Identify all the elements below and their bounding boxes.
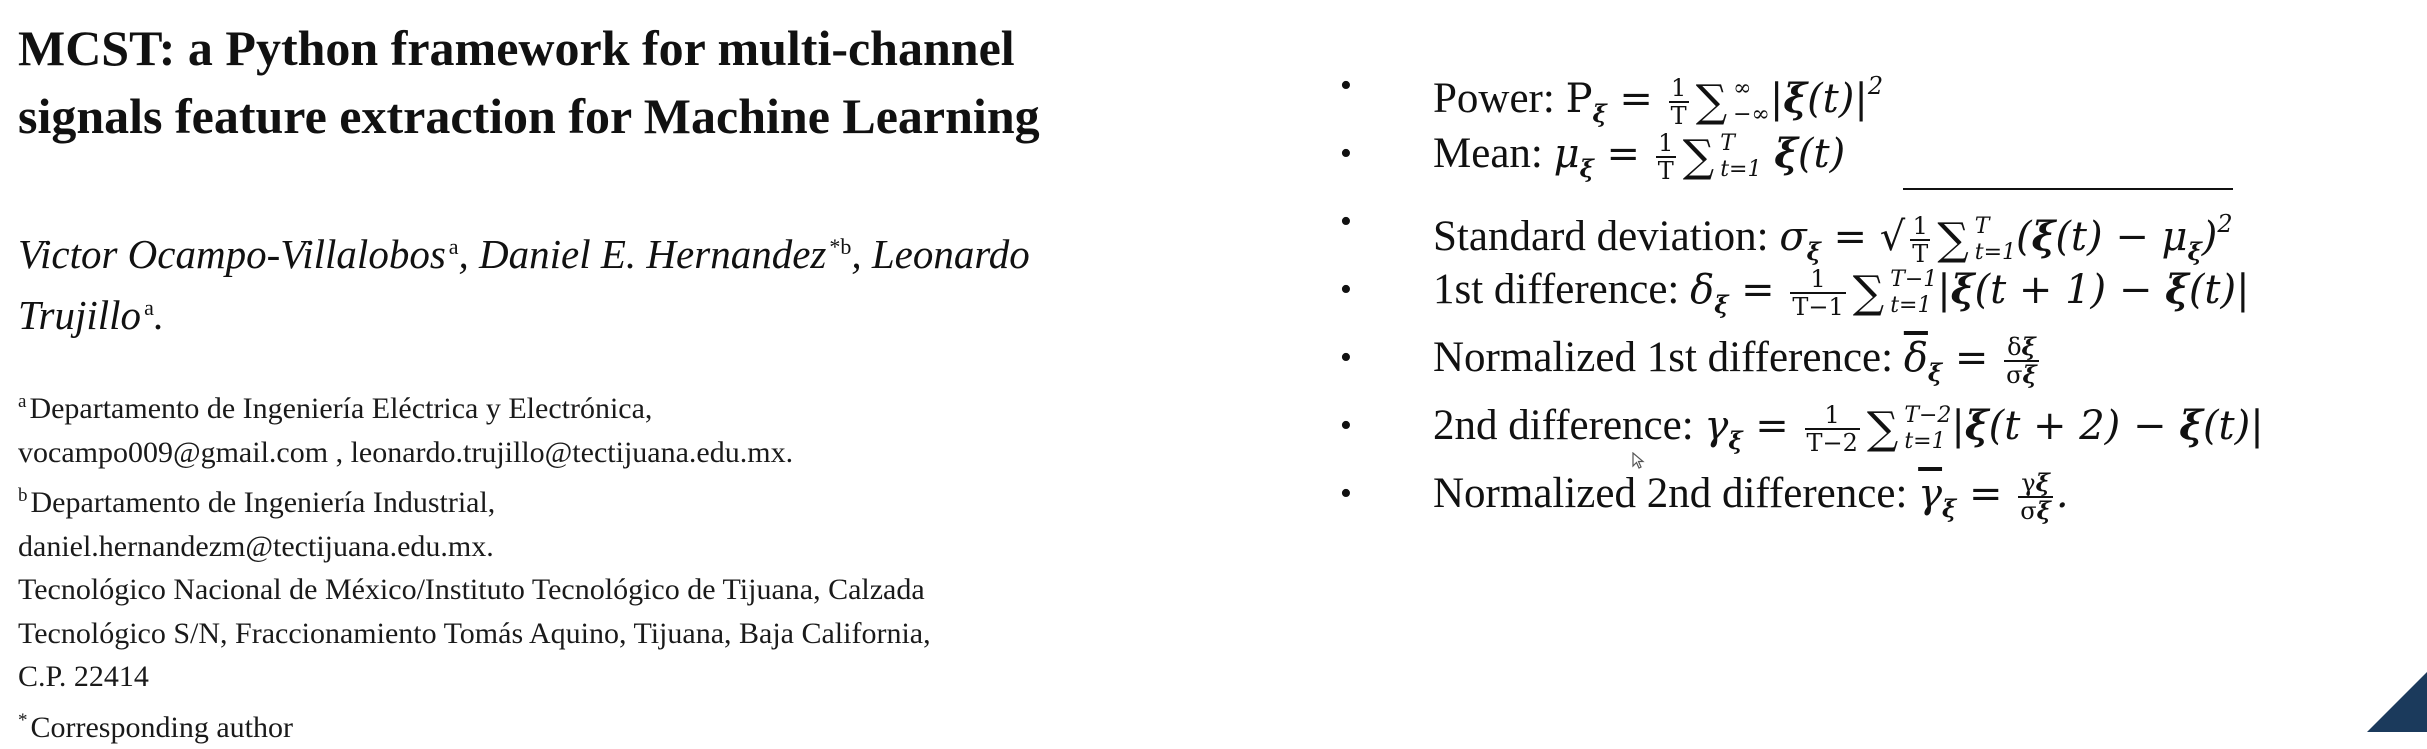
- bullet-icon: •: [1340, 256, 1352, 324]
- institute-address-3: C.P. 22414: [18, 655, 1198, 699]
- affiliation-a-marker: a: [18, 391, 26, 412]
- feature-label: 2nd difference:: [1433, 402, 1704, 449]
- feature-mean: • Mean: μξ = 1T∑Tt=1 ξ(t): [1340, 120, 2420, 188]
- institute-address-2: Tecnológico S/N, Fraccionamiento Tomás A…: [18, 612, 1198, 656]
- author-hernandez: , Daniel E. Hernandez: [459, 231, 827, 277]
- affiliation-a-emails: vocampo009@gmail.com , leonardo.trujillo…: [18, 431, 1198, 475]
- paper-header: MCST: a Python framework for multi-chann…: [18, 14, 1198, 749]
- affiliation-b-marker: b: [18, 485, 28, 506]
- mouse-pointer-icon: [1632, 452, 1646, 470]
- normalized-second-difference-formula: γξ = γξσξ.: [1918, 471, 2068, 517]
- feature-second-difference: • 2nd difference: γξ = 1T−2∑T−2t=1|ξ(t +…: [1340, 392, 2420, 460]
- feature-normalized-first-difference: • Normalized 1st difference: δξ = δξσξ: [1340, 324, 2420, 392]
- feature-label: Mean:: [1433, 130, 1554, 177]
- bullet-icon: •: [1340, 52, 1352, 120]
- feature-label: Standard deviation:: [1433, 213, 1779, 260]
- slide-corner-decoration: [2367, 672, 2427, 732]
- author-list: Victor Ocampo-Villalobosa, Daniel E. Her…: [18, 220, 1198, 342]
- mean-formula: μξ = 1T∑Tt=1 ξ(t): [1554, 131, 1846, 177]
- affiliation-b: bDepartamento de Ingeniería Industrial,: [18, 474, 1198, 525]
- feature-label: Normalized 1st difference:: [1433, 334, 1904, 381]
- bullet-icon: •: [1340, 120, 1352, 188]
- feature-label: Normalized 2nd difference:: [1433, 470, 1918, 517]
- feature-normalized-second-difference: • Normalized 2nd difference: γξ = γξσξ.: [1340, 460, 2420, 528]
- affiliations: aDepartamento de Ingeniería Eléctrica y …: [18, 380, 1198, 749]
- bullet-icon: •: [1340, 324, 1352, 392]
- affiliation-b-email: daniel.hernandezm@tectijuana.edu.mx.: [18, 525, 1198, 569]
- feature-list: • Power: Pξ = 1T∑∞−∞|ξ(t)|2 • Mean: μξ =…: [1340, 52, 2420, 528]
- feature-label: Power:: [1433, 75, 1566, 122]
- feature-first-difference: • 1st difference: δξ = 1T−1∑T−1t=1|ξ(t +…: [1340, 256, 2420, 324]
- affiliation-marker: *b: [829, 234, 851, 259]
- author-line-end: .: [154, 292, 164, 338]
- first-difference-formula: δξ = 1T−1∑T−1t=1|ξ(t + 1) − ξ(t)|: [1690, 267, 2249, 313]
- paper-title: MCST: a Python framework for multi-chann…: [18, 14, 1198, 150]
- paper-title-line-2: signals feature extraction for Machine L…: [18, 82, 1198, 150]
- author-leonardo: , Leonardo: [851, 231, 1029, 277]
- author-line-1: Victor Ocampo-Villalobosa, Daniel E. Her…: [18, 220, 1198, 281]
- corresponding-text: Corresponding author: [31, 711, 293, 744]
- affiliation-b-dept: Departamento de Ingeniería Industrial,: [31, 486, 496, 519]
- bullet-icon: •: [1340, 460, 1352, 528]
- corresponding-marker: *: [18, 710, 28, 731]
- feature-std: • Standard deviation: σξ = √1T∑Tt=1(ξ(t)…: [1340, 188, 2420, 256]
- author-line-2: Trujilloa.: [18, 281, 1198, 342]
- paper-title-line-1: MCST: a Python framework for multi-chann…: [18, 14, 1198, 82]
- std-formula: σξ = √1T∑Tt=1(ξ(t) − μξ)2: [1779, 214, 2232, 260]
- normalized-first-difference-formula: δξ = δξσξ: [1904, 335, 2042, 381]
- affiliation-a: aDepartamento de Ingeniería Eléctrica y …: [18, 380, 1198, 431]
- corresponding-author-note: *Corresponding author: [18, 699, 1198, 749]
- affiliation-marker: a: [144, 295, 154, 320]
- feature-label: 1st difference:: [1433, 266, 1690, 313]
- institute-address-1: Tecnológico Nacional de México/Instituto…: [18, 568, 1198, 612]
- author-ocampo: Victor Ocampo-Villalobos: [18, 231, 446, 277]
- power-formula: Pξ = 1T∑∞−∞|ξ(t)|2: [1566, 76, 1884, 122]
- affiliation-a-dept: Departamento de Ingeniería Eléctrica y E…: [29, 392, 652, 425]
- author-trujillo: Trujillo: [18, 292, 141, 338]
- affiliation-marker: a: [449, 234, 459, 259]
- bullet-icon: •: [1340, 392, 1352, 460]
- bullet-icon: •: [1340, 188, 1352, 256]
- feature-power: • Power: Pξ = 1T∑∞−∞|ξ(t)|2: [1340, 52, 2420, 120]
- second-difference-formula: γξ = 1T−2∑T−2t=1|ξ(t + 2) − ξ(t)|: [1704, 403, 2263, 449]
